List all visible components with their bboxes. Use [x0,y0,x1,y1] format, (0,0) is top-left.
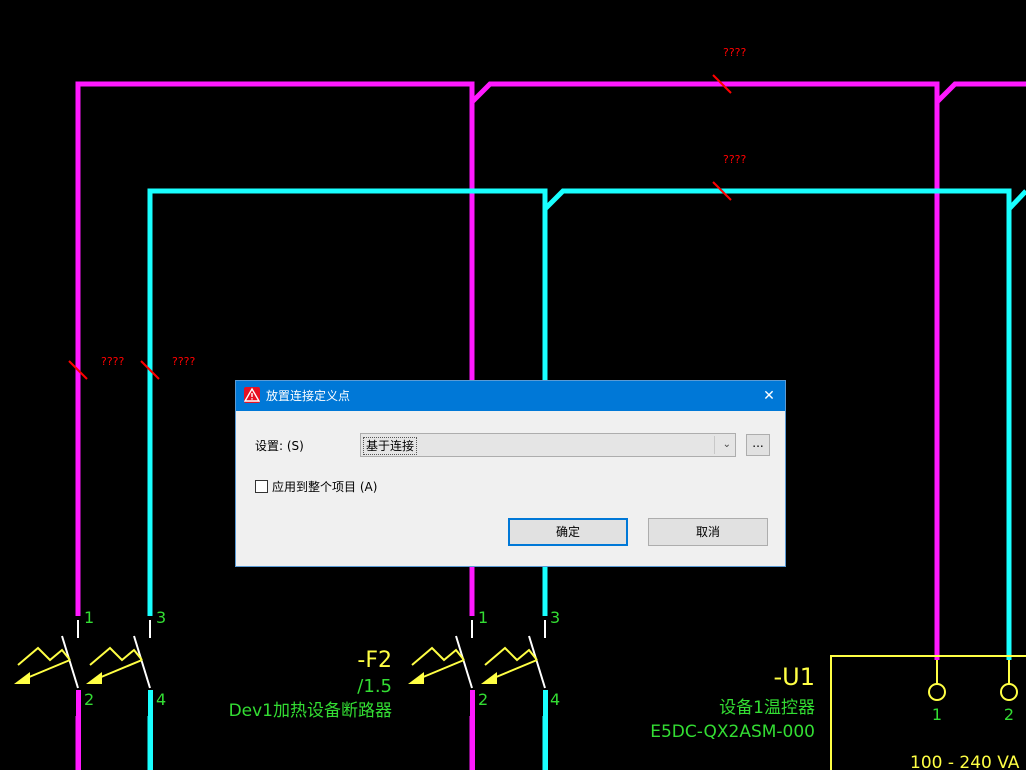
pin-label: 3 [550,608,560,627]
pin-label: 2 [478,690,488,709]
pin-label: 3 [156,608,166,627]
f2-description: Dev1加热设备断路器 [229,701,392,721]
pin-label: 1 [932,705,942,724]
close-button[interactable]: ✕ [753,381,785,411]
cut-label: ???? [723,46,747,59]
dialog-titlebar[interactable]: 放置连接定义点 ✕ [236,381,785,411]
f2-page-ref: /1.5 [357,676,392,697]
apply-to-project-label[interactable]: 应用到整个项目 (A) [272,479,377,495]
f2-device-tag[interactable]: -F2 [357,648,392,673]
place-connection-definition-dialog[interactable]: 放置连接定义点 ✕ 设置: (S) 基于连接 ⌄ ... 应用到整个项目 (A)… [235,380,786,567]
pin-label: 2 [1004,705,1014,724]
ok-button[interactable]: 确定 [508,518,628,546]
u1-description: 设备1温控器 [719,698,815,718]
chevron-down-icon: ⌄ [722,439,731,450]
dialog-title: 放置连接定义点 [266,389,351,403]
u1-device-tag[interactable]: -U1 [774,663,816,691]
pin-label: 2 [84,690,94,709]
settings-selected-value: 基于连接 [363,437,418,455]
u1-voltage-rating: 100 - 240 VA [910,753,1020,770]
cut-label: ???? [172,355,196,368]
dropdown-separator [714,436,715,454]
cancel-button[interactable]: 取消 [648,518,768,546]
pin-label: 4 [156,690,166,709]
pin-label: 1 [84,608,94,627]
cut-markers [68,74,732,380]
u1-part-number: E5DC-QX2ASM-000 [650,722,815,742]
close-icon: ✕ [763,388,775,404]
apply-to-project-checkbox[interactable] [255,480,268,493]
cut-label: ???? [723,153,747,166]
settings-label: 设置: (S) [255,439,304,453]
cut-label: ???? [101,355,125,368]
pin-label: 1 [478,608,488,627]
pin-label: 4 [550,690,560,709]
warning-app-icon [244,387,260,403]
settings-dropdown[interactable]: 基于连接 ⌄ [360,433,736,457]
settings-more-button[interactable]: ... [746,434,770,456]
